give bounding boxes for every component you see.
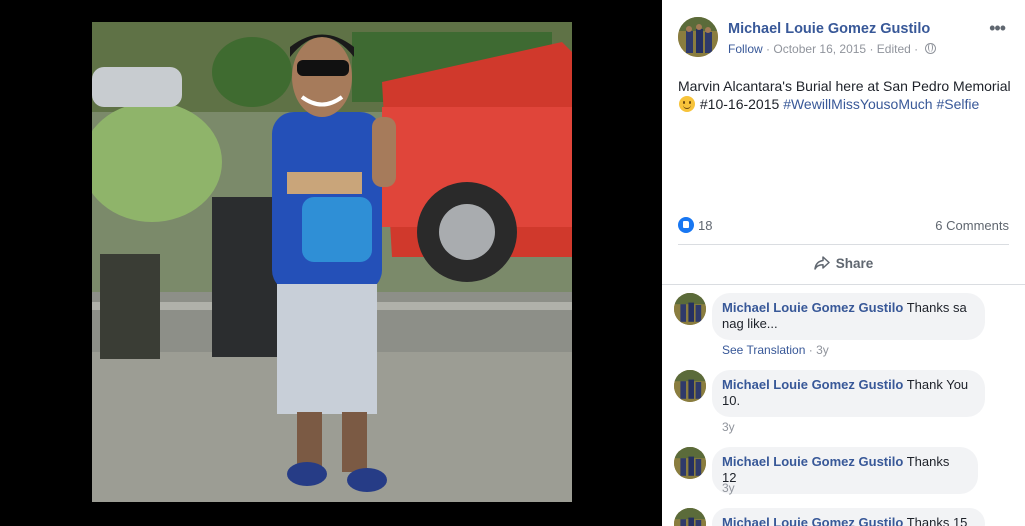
comment-bubble: Michael Louie Gomez Gustilo Thank You 10…: [712, 370, 985, 417]
like-count[interactable]: 18: [698, 218, 712, 233]
commenter-name-link[interactable]: Michael Louie Gomez Gustilo: [722, 300, 903, 315]
comment-bubble: Michael Louie Gomez Gustilo Thanks sa na…: [712, 293, 985, 340]
photo-viewer: [0, 0, 662, 526]
comment-meta: 3y: [722, 420, 735, 434]
post-date-link[interactable]: October 16, 2015: [773, 42, 866, 56]
comment-bubble: Michael Louie Gomez Gustilo Thanks 12: [712, 447, 978, 494]
post-header: Michael Louie Gomez Gustilo Follow · Oct…: [662, 0, 1025, 70]
commenter-avatar[interactable]: [674, 447, 706, 479]
share-icon: [813, 256, 830, 270]
hashtag-link[interactable]: #Selfie: [936, 96, 979, 112]
comments-count-link[interactable]: 6 Comments: [935, 218, 1009, 233]
share-button[interactable]: Share: [662, 248, 1025, 280]
comment-text: Thanks 15: [906, 515, 968, 526]
author-avatar[interactable]: [678, 17, 718, 57]
divider: [662, 284, 1025, 285]
post-photo[interactable]: [92, 22, 572, 502]
author-name-link[interactable]: Michael Louie Gomez Gustilo: [728, 21, 930, 37]
meta-separator: ·: [766, 42, 771, 56]
comment-age[interactable]: 3y: [722, 481, 735, 495]
see-translation-link[interactable]: See Translation: [722, 343, 805, 357]
comment-age[interactable]: 3y: [816, 343, 829, 357]
selfie-photo-illustration: [92, 22, 572, 502]
meta-separator: ·: [869, 42, 874, 56]
post-caption: Marvin Alcantara's Burial here at San Pe…: [678, 77, 1013, 113]
commenter-name-link[interactable]: Michael Louie Gomez Gustilo: [722, 515, 903, 526]
caption-date: #10-16-2015: [699, 96, 780, 112]
follow-link[interactable]: Follow: [728, 42, 763, 56]
reactions-bar: 18 6 Comments: [678, 216, 1009, 236]
commenter-avatar[interactable]: [674, 370, 706, 402]
commenter-avatar[interactable]: [674, 293, 706, 325]
comment-bubble: Michael Louie Gomez Gustilo Thanks 15: [712, 508, 985, 526]
commenter-name-link[interactable]: Michael Louie Gomez Gustilo: [722, 454, 903, 469]
edited-label[interactable]: Edited: [877, 42, 911, 56]
meta-separator: ·: [914, 42, 919, 56]
post-meta: Follow · October 16, 2015 · Edited ·: [728, 42, 936, 56]
comment-meta: See Translation · 3y: [722, 343, 829, 357]
commenter-avatar[interactable]: [674, 508, 706, 526]
comment-meta: 3y: [722, 481, 735, 495]
meta-separator: ·: [808, 343, 813, 357]
hashtag-link[interactable]: #WewillMissYousoMuch: [783, 96, 932, 112]
commenter-name-link[interactable]: Michael Louie Gomez Gustilo: [722, 377, 903, 392]
public-globe-icon: [924, 43, 936, 54]
divider: [678, 244, 1009, 245]
comment-age[interactable]: 3y: [722, 420, 735, 434]
more-options-icon[interactable]: •••: [989, 18, 1006, 39]
post-panel: Michael Louie Gomez Gustilo Follow · Oct…: [662, 0, 1025, 526]
share-label: Share: [835, 256, 874, 271]
caption-text: Marvin Alcantara's Burial here at San Pe…: [678, 78, 1011, 94]
smiley-emoji-icon: [679, 96, 695, 112]
like-reaction-icon[interactable]: [678, 217, 694, 233]
